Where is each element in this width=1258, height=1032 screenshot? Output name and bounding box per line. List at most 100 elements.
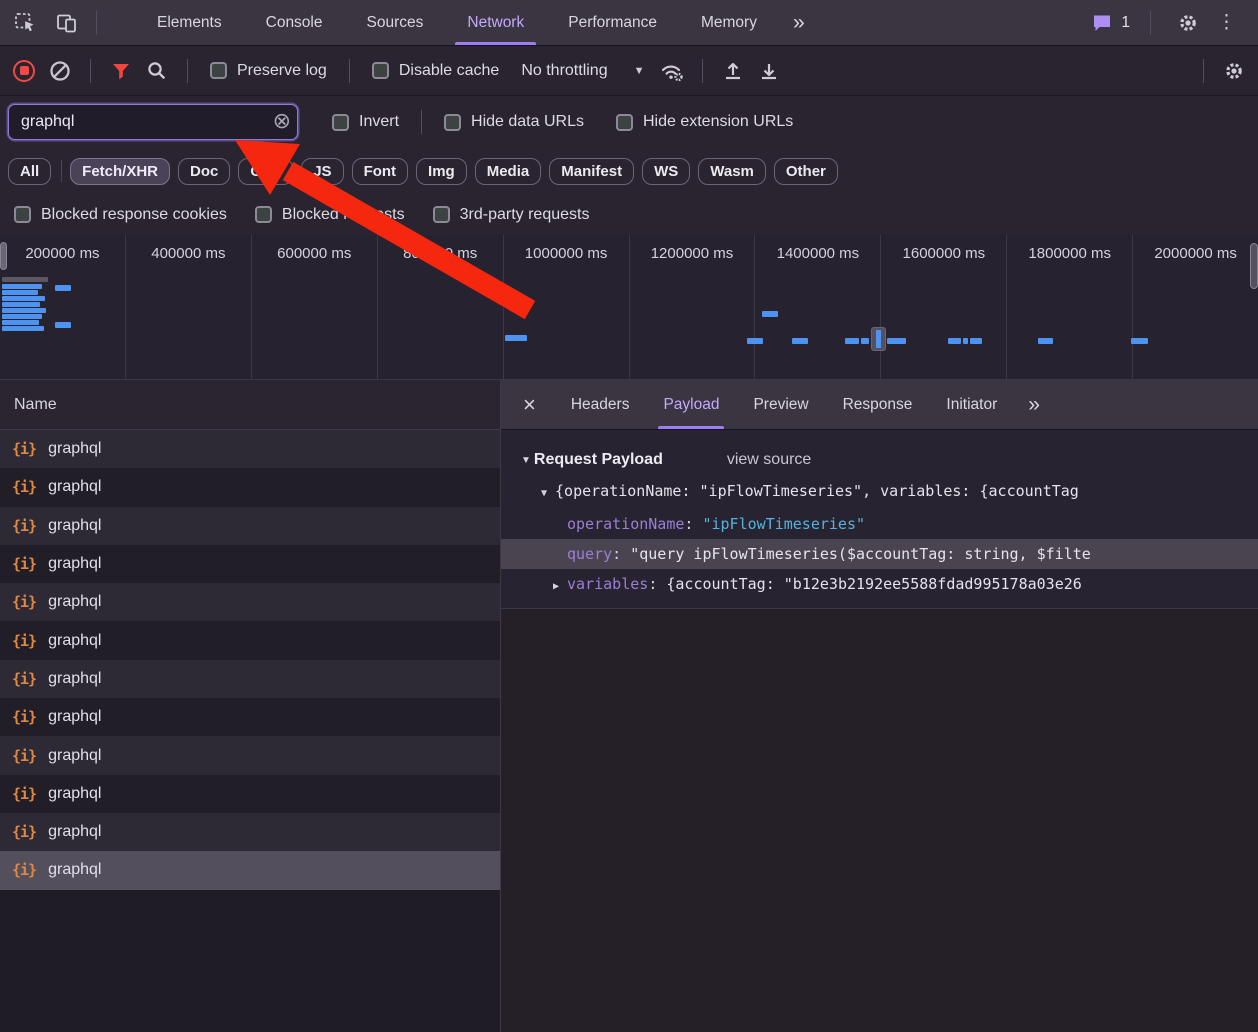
- chip-doc[interactable]: Doc: [178, 158, 230, 185]
- payload-summary-line[interactable]: ▼{operationName: "ipFlowTimeseries", var…: [501, 476, 1258, 509]
- preserve-log-option[interactable]: Preserve log: [210, 62, 327, 80]
- more-tabs-button[interactable]: »: [779, 11, 820, 35]
- chevron-down-icon: ▼: [634, 65, 645, 77]
- blocked-response-cookies-checkbox[interactable]: [14, 206, 31, 223]
- detail-tab-initiator[interactable]: Initiator: [929, 380, 1014, 429]
- preserve-log-checkbox[interactable]: [210, 62, 227, 79]
- gear-icon: [1223, 60, 1245, 82]
- request-row-selected[interactable]: {i}graphql: [0, 851, 500, 889]
- tab-memory[interactable]: Memory: [679, 0, 779, 45]
- tab-elements[interactable]: Elements: [135, 0, 244, 45]
- clear-filter-icon[interactable]: ⊗: [273, 110, 291, 132]
- view-source-link[interactable]: view source: [727, 451, 811, 469]
- third-party-requests-option[interactable]: 3rd-party requests: [433, 206, 590, 224]
- export-har-button[interactable]: [751, 53, 787, 89]
- close-detail-button[interactable]: ×: [501, 392, 554, 418]
- detail-tab-response[interactable]: Response: [826, 380, 930, 429]
- disable-cache-option[interactable]: Disable cache: [372, 62, 500, 80]
- request-row[interactable]: {i}graphql: [0, 507, 500, 545]
- request-row[interactable]: {i}graphql: [0, 698, 500, 736]
- issues-counter[interactable]: 1: [1083, 12, 1138, 34]
- chip-ws[interactable]: WS: [642, 158, 690, 185]
- hide-data-urls-checkbox[interactable]: [444, 114, 461, 131]
- payload-operation-line[interactable]: operationName: "ipFlowTimeseries": [501, 509, 1258, 539]
- timeline-request-bar: [55, 285, 71, 291]
- chip-img[interactable]: Img: [416, 158, 467, 185]
- tab-console[interactable]: Console: [244, 0, 345, 45]
- detail-tab-payload[interactable]: Payload: [646, 380, 736, 429]
- tab-sources[interactable]: Sources: [345, 0, 446, 45]
- filter-toggle-button[interactable]: [103, 53, 139, 89]
- chip-other[interactable]: Other: [774, 158, 838, 185]
- request-row[interactable]: {i}graphql: [0, 468, 500, 506]
- timeline-request-bar: [2, 320, 39, 325]
- collapsed-triangle-icon[interactable]: ▶: [553, 581, 559, 592]
- divider: [349, 59, 350, 83]
- disable-cache-checkbox[interactable]: [372, 62, 389, 79]
- tab-network[interactable]: Network: [445, 0, 546, 45]
- expand-triangle-icon[interactable]: ▼: [541, 488, 547, 499]
- request-name: graphql: [48, 478, 101, 496]
- chip-manifest[interactable]: Manifest: [549, 158, 634, 185]
- hide-data-urls-option[interactable]: Hide data URLs: [444, 113, 584, 131]
- payload-query-value: "query ipFlowTimeseries($accountTag: str…: [630, 545, 1091, 563]
- inspect-element-button[interactable]: [8, 6, 42, 40]
- timeline-request-bar: [887, 338, 906, 344]
- network-settings-button[interactable]: [1216, 53, 1252, 89]
- toggle-device-toolbar-button[interactable]: [50, 6, 84, 40]
- record-network-log-button[interactable]: [6, 53, 42, 89]
- detail-tab-headers[interactable]: Headers: [554, 380, 647, 429]
- devtools-tabbar: Elements Console Sources Network Perform…: [0, 0, 1258, 46]
- timeline-scroll-handle-left[interactable]: [0, 242, 7, 270]
- timeline-request-bar: [2, 296, 45, 301]
- blocked-response-cookies-label: Blocked response cookies: [41, 206, 227, 224]
- blocked-requests-checkbox[interactable]: [255, 206, 272, 223]
- request-row[interactable]: {i}graphql: [0, 775, 500, 813]
- issues-bubble-icon: [1091, 12, 1113, 34]
- chip-all[interactable]: All: [8, 158, 51, 185]
- filter-input[interactable]: [8, 104, 298, 140]
- chip-fetch-xhr[interactable]: Fetch/XHR: [70, 158, 170, 185]
- request-payload-header[interactable]: ▼ Request Payload view source: [501, 444, 1258, 476]
- chip-js[interactable]: JS: [301, 158, 343, 185]
- customize-devtools-button[interactable]: ⋮: [1205, 11, 1248, 34]
- network-overview-timeline[interactable]: 200000 ms 400000 ms 600000 ms 800000 ms …: [0, 235, 1258, 380]
- request-row[interactable]: {i}graphql: [0, 430, 500, 468]
- invert-option[interactable]: Invert: [332, 113, 399, 131]
- name-column-header[interactable]: Name: [0, 380, 500, 430]
- request-row[interactable]: {i}graphql: [0, 660, 500, 698]
- timeline-scrollbar[interactable]: [1250, 243, 1258, 289]
- request-row[interactable]: {i}graphql: [0, 813, 500, 851]
- payload-variables-line[interactable]: ▶variables: {accountTag: "b12e3b2192ee55…: [501, 569, 1258, 602]
- detail-tab-preview[interactable]: Preview: [736, 380, 825, 429]
- clear-network-log-button[interactable]: [42, 53, 78, 89]
- payload-query-line-selected[interactable]: query: "query ipFlowTimeseries($accountT…: [501, 539, 1258, 569]
- timeline-request-bar: [505, 335, 527, 341]
- hide-extension-urls-option[interactable]: Hide extension URLs: [616, 113, 793, 131]
- request-name: graphql: [48, 593, 101, 611]
- hide-extension-urls-checkbox[interactable]: [616, 114, 633, 131]
- timeline-request-bar: [2, 284, 42, 289]
- timeline-selected-marker: [871, 327, 886, 351]
- third-party-requests-checkbox[interactable]: [433, 206, 450, 223]
- settings-button[interactable]: [1171, 6, 1205, 40]
- invert-checkbox[interactable]: [332, 114, 349, 131]
- chip-media[interactable]: Media: [475, 158, 542, 185]
- request-row[interactable]: {i}graphql: [0, 621, 500, 659]
- tab-performance[interactable]: Performance: [546, 0, 679, 45]
- chip-font[interactable]: Font: [352, 158, 408, 185]
- search-network-button[interactable]: [139, 53, 175, 89]
- request-row[interactable]: {i}graphql: [0, 545, 500, 583]
- blocked-response-cookies-option[interactable]: Blocked response cookies: [14, 206, 227, 224]
- request-row[interactable]: {i}graphql: [0, 736, 500, 774]
- throttling-select[interactable]: No throttling ▼: [521, 62, 644, 80]
- more-detail-tabs-button[interactable]: »: [1014, 393, 1055, 417]
- chip-css[interactable]: CSS: [238, 158, 293, 185]
- expand-triangle-icon[interactable]: ▼: [521, 455, 531, 466]
- chip-wasm[interactable]: Wasm: [698, 158, 766, 185]
- request-row[interactable]: {i}graphql: [0, 583, 500, 621]
- blocked-requests-option[interactable]: Blocked requests: [255, 206, 405, 224]
- divider: [96, 11, 97, 35]
- import-har-button[interactable]: [715, 53, 751, 89]
- network-conditions-button[interactable]: [654, 53, 690, 89]
